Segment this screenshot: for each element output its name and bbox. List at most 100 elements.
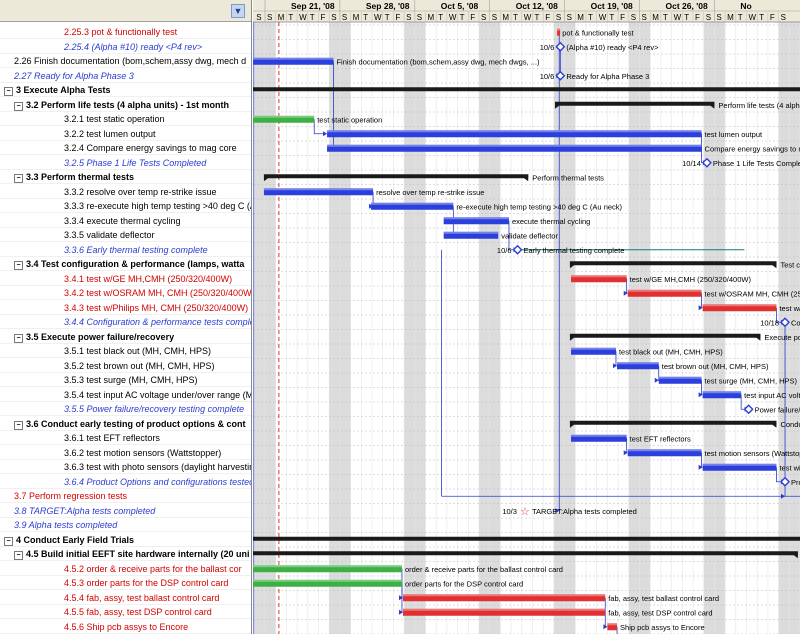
task-row[interactable]: 4.5.3 order parts for the DSP control ca… (0, 576, 251, 590)
milestone-date: 10/6 (540, 43, 555, 52)
day-letter: M (577, 13, 584, 22)
collapse-toggle-icon[interactable]: − (4, 87, 13, 96)
task-row[interactable]: 3.2.4 Compare energy savings to mag core (0, 141, 251, 155)
bar-label: (Alpha #10) ready <P4 rev> (566, 43, 659, 52)
dependency-arrow (623, 450, 628, 456)
day-letter: M (428, 13, 435, 22)
day-letter: M (353, 13, 360, 22)
collapse-toggle-icon[interactable]: − (14, 101, 23, 111)
task-name: 3.6.2 test motion sensors (Wattstopper) (64, 447, 222, 458)
day-letter: S (706, 13, 711, 22)
task-row[interactable]: 3.5.2 test brown out (MH, CMH, HPS) (0, 359, 251, 373)
task-row[interactable]: 3.2.1 test static operation (0, 112, 251, 126)
summary-bar (569, 261, 777, 266)
day-letter: T (460, 13, 465, 22)
task-row[interactable]: 3.7 Perform regression tests (0, 489, 251, 503)
column-dropdown-icon[interactable]: ▼ (231, 4, 245, 18)
bar-label: Power failure/recovery testing complete (755, 405, 800, 414)
day-letter: W (449, 13, 457, 22)
collapse-toggle-icon[interactable]: − (14, 551, 23, 560)
task-row[interactable]: 3.3.6 Early thermal testing complete (0, 243, 251, 257)
task-row[interactable]: 4.5.6 Ship pcb assys to Encore (0, 620, 251, 634)
day-letter: T (588, 13, 593, 22)
task-row[interactable]: 4.5.2 order & receive parts for the ball… (0, 562, 251, 576)
task-row[interactable]: 3.4.2 test w/OSRAM MH, CMH (250/320/400W… (0, 286, 251, 300)
day-letter: S (342, 13, 347, 22)
bar-label: Perform life tests (4 alpha units) - 1st… (718, 101, 800, 110)
day-letter: S (481, 13, 486, 22)
milestone-date: 10/3 (502, 507, 517, 516)
bar-label: Early thermal testing complete (524, 246, 625, 255)
task-row[interactable]: 3.9 Alpha tests completed (0, 518, 251, 532)
day-letter: S (781, 13, 786, 22)
task-row[interactable]: 3.4.4 Configuration & performance tests … (0, 315, 251, 329)
day-letter: T (609, 13, 614, 22)
task-row[interactable]: 3.3.3 re-execute high temp testing >40 d… (0, 199, 251, 213)
collapse-toggle-icon[interactable]: − (14, 174, 23, 183)
collapse-toggle-icon[interactable]: − (14, 420, 23, 430)
task-row[interactable]: 2.26 Finish documentation (bom,schem,ass… (0, 54, 251, 68)
task-row[interactable]: 2.27 Ready for Alpha Phase 3 (0, 69, 251, 83)
task-bar-highlight (443, 231, 499, 234)
task-row[interactable]: 3.5.1 test black out (MH, CMH, HPS) (0, 344, 251, 358)
task-row[interactable]: 3.3.4 execute thermal cycling (0, 214, 251, 228)
task-bar-highlight (702, 304, 777, 307)
task-row[interactable]: −3.3 Perform thermal tests (0, 170, 251, 184)
task-row[interactable]: 3.6.3 test with photo sensors (daylight … (0, 460, 251, 474)
task-row[interactable]: −4 Conduct Early Field Trials (0, 533, 251, 547)
task-bar-highlight (253, 57, 334, 60)
day-letter: T (663, 13, 668, 22)
dependency-arrow (399, 609, 404, 615)
task-name: 3.3.4 execute thermal cycling (64, 215, 181, 226)
task-row[interactable]: 4.5.5 fab, assy, test DSP control card (0, 605, 251, 619)
task-row[interactable]: 3.6.2 test motion sensors (Wattstopper) (0, 446, 251, 460)
task-row[interactable]: −3.6 Conduct early testing of product op… (0, 417, 251, 431)
task-name: 2.25.3 pot & functionally test (64, 27, 178, 37)
task-row[interactable]: −3.5 Execute power failure/recovery (0, 330, 251, 344)
task-name: 3.3.6 Early thermal testing complete (64, 244, 208, 255)
task-row[interactable]: 3.5.3 test surge (MH, CMH, HPS) (0, 373, 251, 387)
bar-label: fab, assy, test DSP control card (608, 608, 712, 617)
task-row[interactable]: 3.4.1 test w/GE MH,CMH (250/320/400W) (0, 272, 251, 286)
day-letter: T (759, 13, 764, 22)
task-row[interactable]: 3.2.2 test lumen output (0, 127, 251, 141)
day-letter: F (395, 13, 400, 22)
task-name: 2.27 Ready for Alpha Phase 3 (14, 70, 134, 81)
task-row[interactable]: 3.6.1 test EFT reflectors (0, 431, 251, 445)
summary-bar (569, 420, 777, 425)
task-row[interactable]: 3.8 TARGET:Alpha tests completed (0, 504, 251, 518)
task-row[interactable]: 3.4.3 test w/Philips MH, CMH (250/320/40… (0, 301, 251, 315)
task-row[interactable]: −3.2 Perform life tests (4 alpha units) … (0, 98, 251, 112)
task-row[interactable]: 3.5.5 Power failure/recovery testing com… (0, 402, 251, 416)
collapse-toggle-icon[interactable]: − (14, 333, 23, 343)
task-row[interactable]: −4.5 Build initial EEFT site hardware in… (0, 547, 251, 561)
task-row[interactable]: 4.5.4 fab, assy, test ballast control ca… (0, 591, 251, 605)
collapse-toggle-icon[interactable]: − (4, 536, 13, 546)
task-row[interactable]: −3 Execute Alpha Tests (0, 83, 251, 97)
task-row[interactable]: −3.4 Test configuration & performance (l… (0, 257, 251, 271)
dependency-arrow (399, 595, 404, 601)
task-row[interactable]: 3.2.5 Phase 1 Life Tests Completed (0, 156, 251, 170)
task-row[interactable]: 3.3.5 validate deflector (0, 228, 251, 242)
task-bar-highlight (627, 449, 702, 452)
day-letter: S (406, 13, 411, 22)
bar-label: Execute power failure/recovery (764, 333, 800, 342)
weekend-column (489, 22, 501, 634)
task-row[interactable]: 2.25.4 (Alpha #10) ready <P4 rev> (0, 40, 251, 54)
task-name: 2.26 Finish documentation (bom,schem,ass… (14, 56, 247, 66)
weekend-column (628, 22, 640, 634)
bar-label: validate deflector (501, 231, 558, 240)
day-letter: F (770, 13, 775, 22)
task-row[interactable]: 3.3.2 resolve over temp re-strike issue (0, 185, 251, 199)
day-letter: T (438, 13, 443, 22)
task-bar-highlight (403, 608, 606, 611)
day-letter: S (642, 13, 647, 22)
task-row[interactable]: 2.25.3 pot & functionally test (0, 25, 251, 39)
task-row[interactable]: 3.5.4 test input AC voltage under/over r… (0, 388, 251, 402)
task-bar-highlight (702, 463, 777, 466)
summary-bar (263, 174, 529, 179)
collapse-toggle-icon[interactable]: − (14, 261, 23, 270)
bar-label: Configuration & performance tests comple… (791, 318, 800, 327)
task-row[interactable]: 3.6.4 Product Options and configurations… (0, 475, 251, 489)
day-letter: S (567, 13, 572, 22)
